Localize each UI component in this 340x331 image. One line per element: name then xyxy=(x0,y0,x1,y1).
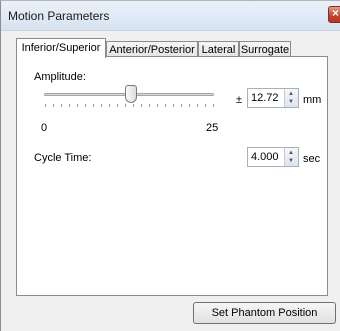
cycle-time-value: 4.000 xyxy=(251,151,279,163)
tab-label: Lateral xyxy=(201,44,236,56)
tab-label: Surrogate xyxy=(240,44,290,56)
amplitude-label: Amplitude: xyxy=(34,71,86,83)
amplitude-spinbox[interactable]: 12.72 ▲ ▼ xyxy=(247,88,299,108)
motion-parameters-window: Motion Parameters × Inferior/Superior An… xyxy=(0,0,340,331)
set-phantom-position-button[interactable]: Set Phantom Position xyxy=(193,302,336,324)
amplitude-slider-ticks xyxy=(45,104,215,107)
amplitude-unit: mm xyxy=(303,94,322,106)
arrow-down-icon[interactable]: ▼ xyxy=(288,99,294,105)
tab-inferior-superior[interactable]: Inferior/Superior xyxy=(16,38,106,58)
cycle-time-label: Cycle Time: xyxy=(34,152,92,164)
arrow-up-icon[interactable]: ▲ xyxy=(288,150,294,156)
title-bar[interactable]: Motion Parameters × xyxy=(1,1,340,31)
arrow-down-icon[interactable]: ▼ xyxy=(288,158,294,164)
close-button[interactable]: × xyxy=(328,6,340,23)
plus-minus-sign: ± xyxy=(236,94,243,106)
cycle-time-spinbox[interactable]: 4.000 ▲ ▼ xyxy=(247,147,299,167)
tab-label: Inferior/Superior xyxy=(21,42,101,54)
window-title: Motion Parameters xyxy=(8,9,110,23)
close-icon: × xyxy=(332,6,340,20)
arrow-up-icon[interactable]: ▲ xyxy=(288,91,294,97)
cycle-time-unit: sec xyxy=(303,153,321,165)
slider-min-label: 0 xyxy=(41,122,48,134)
cycle-time-spin-arrows[interactable]: ▲ ▼ xyxy=(284,148,298,166)
tab-label: Anterior/Posterior xyxy=(109,44,195,56)
amplitude-spin-arrows[interactable]: ▲ ▼ xyxy=(284,89,298,107)
slider-max-label: 25 xyxy=(206,122,219,134)
amplitude-slider-thumb[interactable] xyxy=(125,85,137,103)
amplitude-value: 12.72 xyxy=(251,92,279,104)
